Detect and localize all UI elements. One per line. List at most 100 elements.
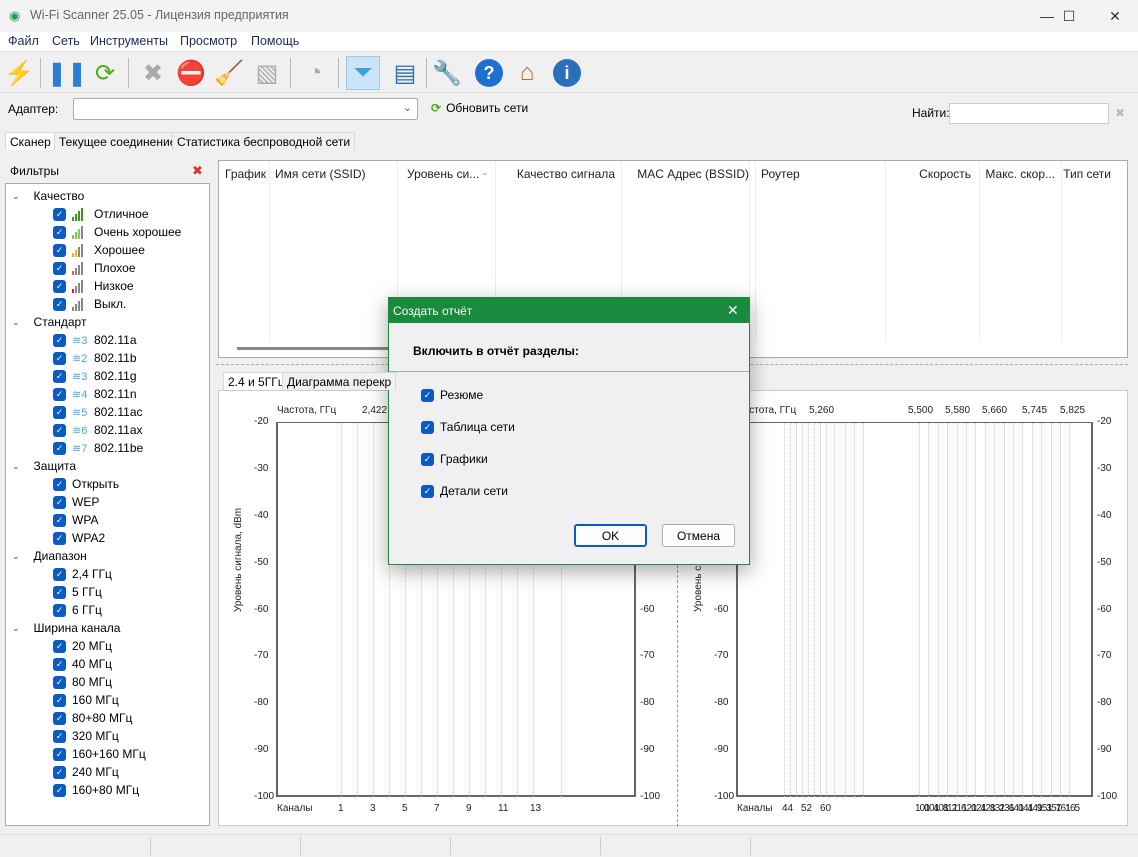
column-header[interactable]: Тип сети — [1063, 167, 1111, 181]
checkbox[interactable]: ✓ — [53, 693, 66, 707]
checkbox[interactable]: ✓ — [53, 783, 66, 797]
checkbox[interactable]: ✓ — [53, 585, 66, 599]
menu-4[interactable]: Помощь — [251, 34, 299, 48]
filter-item[interactable]: ✓ ≋5 802.11ac — [53, 403, 143, 421]
filter-item[interactable]: ✓ 80 МГц — [53, 673, 112, 691]
filter-button[interactable]: ⏷ — [346, 56, 380, 90]
checkbox[interactable]: ✓ — [421, 484, 434, 498]
chevron-down-icon[interactable]: ⌄ — [12, 191, 20, 202]
clear-search-icon[interactable]: ✖ — [1115, 106, 1125, 120]
checkbox[interactable]: ✓ — [53, 765, 66, 779]
report-option[interactable]: ✓ Детали сети — [421, 484, 508, 498]
filter-item[interactable]: ✓ Хорошее — [53, 241, 145, 259]
report-option[interactable]: ✓ Резюме — [421, 388, 483, 402]
column-header[interactable]: График — [225, 167, 266, 181]
wrench-button[interactable]: 🔧 — [430, 56, 464, 90]
broom-button[interactable]: 🧹 — [212, 56, 246, 90]
close-button[interactable]: ✕ — [1092, 0, 1138, 32]
chevron-down-icon[interactable]: ⌄ — [12, 623, 20, 634]
checkbox[interactable]: ✓ — [53, 423, 66, 437]
filter-item[interactable]: ✓ 6 ГГц — [53, 601, 102, 619]
checkbox[interactable]: ✓ — [53, 495, 66, 509]
filter-group[interactable]: ⌄ Ширина канала — [12, 619, 120, 637]
checkbox[interactable]: ✓ — [53, 657, 66, 671]
checkbox[interactable]: ✓ — [53, 441, 66, 455]
menu-1[interactable]: Сеть — [52, 34, 80, 48]
maximize-button[interactable]: ☐ — [1046, 0, 1092, 32]
pause-button[interactable]: ❚❚ — [47, 56, 87, 90]
menu-2[interactable]: Инструменты — [90, 34, 168, 48]
column-header[interactable]: Скорость — [919, 167, 971, 181]
dialog-close-button[interactable]: ✕ — [727, 302, 739, 319]
horizontal-scrollbar[interactable] — [237, 347, 397, 350]
export-button[interactable]: ▧ — [250, 56, 284, 90]
checkbox[interactable]: ✓ — [53, 387, 66, 401]
checkbox[interactable]: ✓ — [53, 279, 66, 293]
checkbox[interactable]: ✓ — [53, 333, 66, 347]
filter-group[interactable]: ⌄ Защита — [12, 457, 76, 475]
delete-button[interactable]: ✖ — [136, 56, 170, 90]
adapter-select[interactable]: ⌄ — [73, 98, 418, 120]
checkbox[interactable]: ✓ — [53, 531, 66, 545]
checkbox[interactable]: ✓ — [53, 351, 66, 365]
filter-item[interactable]: ✓ WPA2 — [53, 529, 105, 547]
report-button[interactable]: ▤ — [388, 56, 422, 90]
filter-item[interactable]: ✓ 160+160 МГц — [53, 745, 146, 763]
tab-2[interactable]: Статистика беспроводной сети — [172, 132, 356, 150]
report-option[interactable]: ✓ Графики — [421, 452, 488, 466]
filter-item[interactable]: ✓ WEP — [53, 493, 99, 511]
column-header[interactable]: Качество сигнала — [517, 167, 615, 181]
column-header[interactable]: Макс. скор... — [985, 167, 1055, 181]
checkbox[interactable]: ✓ — [53, 567, 66, 581]
signal-block-button[interactable]: ⛔ — [174, 56, 208, 90]
chevron-down-icon[interactable]: ⌄ — [12, 461, 20, 472]
menu-0[interactable]: Файл — [8, 34, 39, 48]
cancel-button[interactable]: Отмена — [662, 524, 735, 547]
column-header[interactable]: Роутер — [761, 167, 800, 181]
checkbox[interactable]: ✓ — [53, 225, 66, 239]
checkbox[interactable]: ✓ — [53, 207, 66, 221]
chart-tab-1[interactable]: Диаграмма перекр — [282, 372, 397, 390]
filter-item[interactable]: ✓ 5 ГГц — [53, 583, 102, 601]
home-button[interactable]: ⌂ — [510, 56, 544, 90]
filter-item[interactable]: ✓ Отличное — [53, 205, 149, 223]
checkbox[interactable]: ✓ — [53, 639, 66, 653]
filter-item[interactable]: ✓ 160 МГц — [53, 691, 119, 709]
filter-item[interactable]: ✓ 240 МГц — [53, 763, 119, 781]
checkbox[interactable]: ✓ — [53, 513, 66, 527]
info-button[interactable]: i — [550, 56, 584, 90]
column-header[interactable]: Уровень си... — [407, 167, 479, 181]
filter-item[interactable]: ✓ 80+80 МГц — [53, 709, 132, 727]
checkbox[interactable]: ✓ — [53, 261, 66, 275]
column-header[interactable]: MAC Адрес (BSSID) — [637, 167, 749, 181]
filter-item[interactable]: ✓ ≋6 802.11ax — [53, 421, 143, 439]
filter-item[interactable]: ✓ 40 МГц — [53, 655, 112, 673]
chevron-down-icon[interactable]: ⌄ — [12, 551, 20, 562]
filter-item[interactable]: ✓ ≋7 802.11be — [53, 439, 143, 457]
filter-item[interactable]: ✓ 20 МГц — [53, 637, 112, 655]
rss-button[interactable]: ◔ — [298, 56, 332, 90]
ok-button[interactable]: OK — [574, 524, 647, 547]
help-button[interactable]: ? — [472, 56, 506, 90]
checkbox[interactable]: ✓ — [53, 477, 66, 491]
filter-item[interactable]: ✓ ≋3 802.11g — [53, 367, 137, 385]
filter-group[interactable]: ⌄ Диапазон — [12, 547, 87, 565]
refresh-networks-button[interactable]: ⟳ Обновить сети — [431, 101, 528, 115]
filter-item[interactable]: ✓ ≋2 802.11b — [53, 349, 137, 367]
checkbox[interactable]: ✓ — [53, 243, 66, 257]
filter-group[interactable]: ⌄ Качество — [12, 187, 84, 205]
filter-item[interactable]: ✓ Плохое — [53, 259, 136, 277]
checkbox[interactable]: ✓ — [421, 452, 434, 466]
filter-item[interactable]: ✓ 2,4 ГГц — [53, 565, 112, 583]
checkbox[interactable]: ✓ — [53, 729, 66, 743]
checkbox[interactable]: ✓ — [53, 711, 66, 725]
refresh-button[interactable]: ⟳ — [88, 56, 122, 90]
clear-filters-icon[interactable]: ✖ — [192, 163, 203, 179]
filter-item[interactable]: ✓ Выкл. — [53, 295, 126, 313]
chevron-down-icon[interactable]: ⌄ — [12, 317, 20, 328]
filter-item[interactable]: ✓ ≋4 802.11n — [53, 385, 137, 403]
checkbox[interactable]: ✓ — [53, 369, 66, 383]
filter-item[interactable]: ✓ Низкое — [53, 277, 134, 295]
column-header[interactable]: Имя сети (SSID) — [275, 167, 366, 181]
search-input[interactable] — [949, 103, 1109, 124]
